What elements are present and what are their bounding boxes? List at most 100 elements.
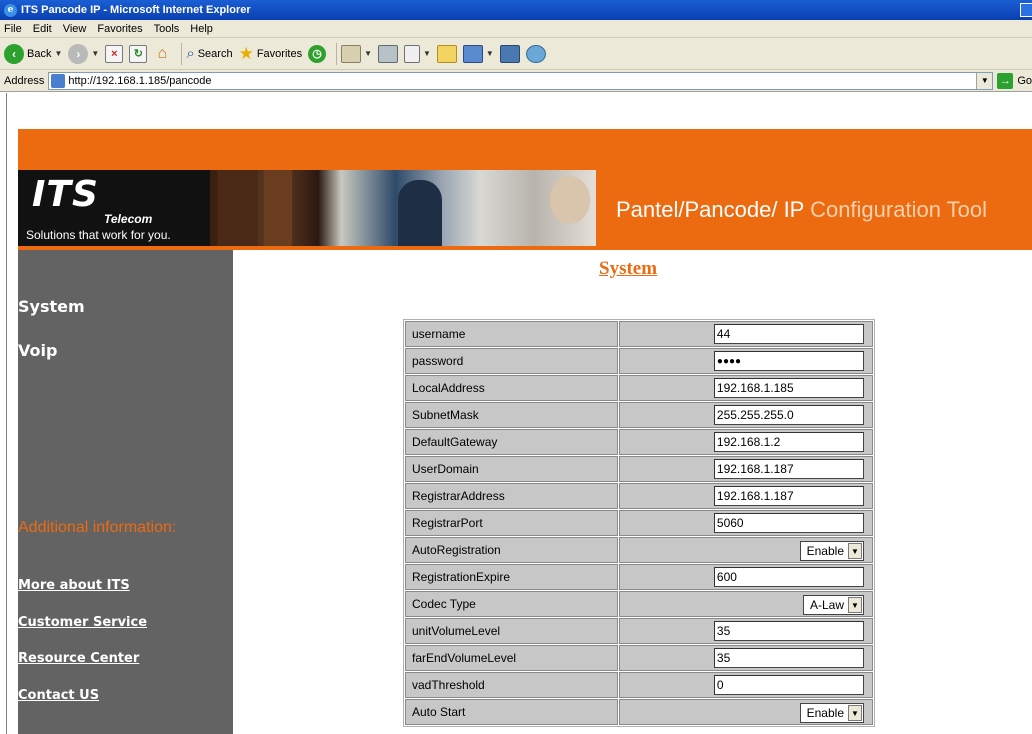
field-value-cell: Enable ▼ bbox=[618, 537, 873, 563]
field-value-cell: 600 bbox=[618, 564, 873, 590]
contacts-icon bbox=[525, 44, 546, 63]
edit-icon bbox=[404, 44, 420, 63]
folder-button[interactable] bbox=[436, 44, 457, 63]
chevron-down-icon[interactable]: ▼ bbox=[848, 705, 862, 721]
unitvolumelevel-input[interactable]: 35 bbox=[713, 621, 864, 641]
menu-tools[interactable]: Tools bbox=[154, 23, 180, 35]
page-title[interactable]: System bbox=[599, 258, 657, 280]
table-row: farEndVolumeLevel 35 bbox=[405, 645, 873, 671]
refresh-icon: ↻ bbox=[129, 44, 148, 63]
minimize-button[interactable] bbox=[1020, 3, 1032, 17]
username-input[interactable]: 44 bbox=[713, 324, 864, 344]
table-row: Auto Start Enable ▼ bbox=[405, 699, 873, 725]
mail-button[interactable]: ▼ bbox=[341, 44, 372, 63]
farendvolumelevel-input[interactable]: 35 bbox=[713, 648, 864, 668]
field-value-cell: 35 bbox=[618, 645, 873, 671]
table-row: username 44 bbox=[405, 321, 873, 347]
messenger-icon bbox=[462, 44, 483, 63]
logo-telecom-text: Telecom bbox=[104, 212, 153, 226]
history-button[interactable]: ◷ bbox=[308, 44, 327, 63]
menu-favorites[interactable]: Favorites bbox=[97, 23, 142, 35]
field-value-cell: 192.168.1.187 bbox=[618, 483, 873, 509]
messenger-button[interactable]: ▼ bbox=[462, 44, 494, 63]
field-label-subnetmask: SubnetMask bbox=[405, 402, 618, 428]
link-resource-center[interactable]: Resource Center bbox=[18, 651, 139, 666]
auto-start-select[interactable]: Enable ▼ bbox=[799, 703, 864, 723]
field-label-defaultgateway: DefaultGateway bbox=[405, 429, 618, 455]
back-label: Back bbox=[27, 47, 52, 60]
sidebar-item-system[interactable]: System bbox=[18, 297, 85, 316]
contacts-button[interactable] bbox=[525, 44, 546, 63]
link-more-about-its[interactable]: More about ITS bbox=[18, 578, 130, 593]
chevron-down-icon[interactable]: ▼ bbox=[848, 597, 862, 613]
autoregistration-select[interactable]: Enable ▼ bbox=[799, 541, 864, 561]
vadthreshold-input[interactable]: 0 bbox=[713, 675, 864, 695]
userdomain-input[interactable]: 192.168.1.187 bbox=[713, 459, 864, 479]
field-value-cell: 192.168.1.185 bbox=[618, 375, 873, 401]
selected-option: A-Law bbox=[809, 598, 844, 612]
header-banner: ITS Telecom Solutions that work for you.… bbox=[18, 129, 1032, 250]
favorites-button[interactable]: ★ Favorites bbox=[239, 44, 303, 64]
field-label-userdomain: UserDomain bbox=[405, 456, 618, 482]
field-label-autoregistration: AutoRegistration bbox=[405, 537, 618, 563]
logo-its-text: ITS bbox=[32, 174, 99, 215]
web-page: ITS Telecom Solutions that work for you.… bbox=[0, 93, 1032, 734]
edit-button[interactable]: ▼ bbox=[404, 44, 431, 63]
address-url: http://192.168.1.185/pancode bbox=[68, 74, 212, 87]
table-row: RegistrarPort 5060 bbox=[405, 510, 873, 536]
refresh-button[interactable]: ↻ bbox=[129, 44, 148, 63]
field-label-password: password bbox=[405, 348, 618, 374]
field-value-cell: ●●●● bbox=[618, 348, 873, 374]
registrationexpire-input[interactable]: 600 bbox=[713, 567, 864, 587]
home-button[interactable]: ⌂ bbox=[153, 45, 171, 63]
stop-icon: × bbox=[105, 44, 124, 63]
menu-file[interactable]: File bbox=[4, 23, 22, 35]
go-button[interactable]: → Go bbox=[997, 72, 1032, 89]
selected-option: Enable bbox=[806, 544, 844, 558]
chevron-down-icon: ▼ bbox=[423, 49, 431, 58]
page-icon bbox=[51, 73, 66, 88]
stop-button[interactable]: × bbox=[105, 44, 124, 63]
field-value-cell: 255.255.255.0 bbox=[618, 402, 873, 428]
table-row: RegistrationExpire 600 bbox=[405, 564, 873, 590]
field-label-registraraddress: RegistrarAddress bbox=[405, 483, 618, 509]
chevron-down-icon: ▼ bbox=[91, 49, 100, 58]
banner-photo-collage bbox=[210, 170, 596, 246]
localaddress-input[interactable]: 192.168.1.185 bbox=[713, 378, 864, 398]
field-label-vadthreshold: vadThreshold bbox=[405, 672, 618, 698]
field-value-cell: 192.168.1.2 bbox=[618, 429, 873, 455]
menu-edit[interactable]: Edit bbox=[33, 23, 52, 35]
password-input[interactable]: ●●●● bbox=[713, 351, 864, 371]
star-icon: ★ bbox=[238, 43, 254, 63]
search-icon: ⌕ bbox=[186, 45, 195, 62]
menu-view[interactable]: View bbox=[63, 23, 87, 35]
subnetmask-input[interactable]: 255.255.255.0 bbox=[713, 405, 864, 425]
field-label-codec-type: Codec Type bbox=[405, 591, 618, 617]
menu-bar: File Edit View Favorites Tools Help bbox=[0, 20, 1032, 38]
field-label-username: username bbox=[405, 321, 618, 347]
back-button[interactable]: ‹ Back ▼ bbox=[4, 43, 62, 64]
address-label: Address bbox=[4, 74, 45, 87]
sidebar-item-voip[interactable]: Voip bbox=[18, 341, 57, 360]
registrarport-input[interactable]: 5060 bbox=[713, 513, 864, 533]
print-button[interactable] bbox=[378, 44, 398, 63]
defaultgateway-input[interactable]: 192.168.1.2 bbox=[713, 432, 864, 452]
codec-type-select[interactable]: A-Law ▼ bbox=[802, 595, 864, 615]
table-row: UserDomain 192.168.1.187 bbox=[405, 456, 873, 482]
field-label-registrarport: RegistrarPort bbox=[405, 510, 618, 536]
logo-tagline: Solutions that work for you. bbox=[26, 228, 171, 242]
chevron-down-icon[interactable]: ▼ bbox=[976, 72, 993, 89]
search-button[interactable]: ⌕ Search bbox=[186, 45, 232, 62]
forward-button[interactable]: › ▼ bbox=[68, 43, 100, 64]
registraraddress-input[interactable]: 192.168.1.187 bbox=[713, 486, 864, 506]
address-input[interactable]: http://192.168.1.185/pancode ▼ bbox=[48, 71, 994, 90]
chevron-down-icon[interactable]: ▼ bbox=[848, 543, 862, 559]
research-button[interactable] bbox=[499, 44, 520, 63]
field-value-cell: 44 bbox=[618, 321, 873, 347]
field-value-cell: 35 bbox=[618, 618, 873, 644]
selected-option: Enable bbox=[806, 706, 844, 720]
link-contact-us[interactable]: Contact US bbox=[18, 688, 99, 703]
toolbar: ‹ Back ▼ › ▼ × ↻ ⌂ ⌕ Search ★ Favorites … bbox=[0, 38, 1032, 70]
menu-help[interactable]: Help bbox=[190, 23, 213, 35]
link-customer-service[interactable]: Customer Service bbox=[18, 615, 147, 630]
